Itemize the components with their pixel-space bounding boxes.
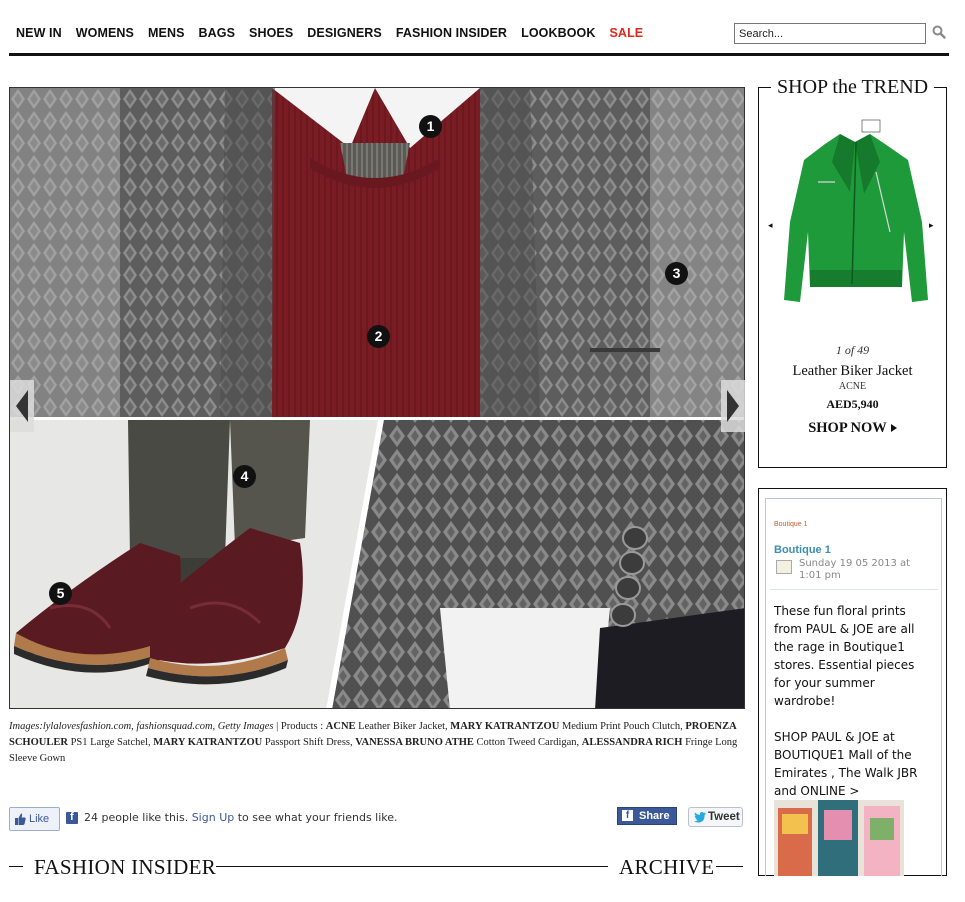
nav-mens[interactable]: MENS [148,26,185,40]
credit-brand: MARY KATRANTZOU [153,737,263,748]
credit-product: Passport Shift Dress, [262,737,356,748]
thumbs-up-icon [15,813,26,825]
hero-collage [9,87,745,709]
search-input[interactable] [734,23,926,44]
credit-product: Leather Biker Jacket, [355,721,451,732]
fb-post-photo[interactable] [774,800,904,876]
trend-product-name[interactable]: Leather Biker Jacket [758,363,947,380]
credit-brand: ACNE [325,721,356,732]
trend-prev-icon[interactable]: ◂ [768,220,773,231]
product-image-leather-jacket[interactable] [780,112,930,332]
signup-link[interactable]: Sign Up [192,811,235,824]
nav-designers[interactable]: DESIGNERS [307,26,382,40]
section-rule [216,866,608,867]
post-type-icon [776,560,792,574]
credit-product: PS1 Large Satchel, [67,737,154,748]
like-count: 24 people like this. [84,811,189,824]
credit-product: Cotton Tweed Cardigan, [473,737,582,748]
credit-product: Medium Print Pouch Clutch, [559,721,686,732]
hotspot-marker-1[interactable]: 1 [419,115,442,138]
top-navigation: NEW IN WOMENS MENS BAGS SHOES DESIGNERS … [0,0,965,58]
signup-suffix: to see what your friends like. [234,811,398,824]
trend-counter: 1 of 49 [835,343,870,357]
hotspot-marker-4[interactable]: 4 [233,465,256,488]
nav-womens[interactable]: WOMENS [76,26,134,40]
share-label: Share [639,810,670,822]
section-rule [716,866,743,867]
nav-sale[interactable]: SALE [610,26,644,40]
credit-brand: ALESSANDRA RICH [581,737,683,748]
credit-brand: VANESSA BRUNO ATHE [355,737,474,748]
outfit-photo-collage [10,88,744,708]
nav-new-in[interactable]: NEW IN [16,26,62,40]
fb-page-name-link[interactable]: Boutique 1 [774,544,831,556]
nav-fashion-insider[interactable]: FASHION INSIDER [396,26,507,40]
fb-post-date: Sunday 19 05 2013 at 1:01 pm [799,558,911,581]
nav-lookbook[interactable]: LOOKBOOK [521,26,595,40]
credits-products-label: | Products : [273,721,326,732]
tweet-label: Tweet [708,811,740,823]
credit-brand: MARY KATRANTZOU [450,721,560,732]
archive-link[interactable]: ARCHIVE [619,855,714,880]
nav-shoes[interactable]: SHOES [249,26,293,40]
hero-next-button[interactable] [721,380,745,432]
image-credits: Images:lylalovesfashion.com, fashionsqua… [9,719,745,767]
facebook-like-button[interactable]: Like [9,807,60,831]
fb-post-text: These fun floral prints from PAUL & JOE … [774,604,918,816]
nav-bags[interactable]: BAGS [199,26,236,40]
like-label: Like [29,813,50,825]
fashion-insider-heading: FASHION INSIDER [34,855,217,879]
play-arrow-icon [890,424,897,432]
nav-divider [9,53,949,56]
facebook-icon: f [622,810,633,821]
credits-images: Images:lylalovesfashion.com, fashionsqua… [9,721,274,732]
like-count-text: 24 people like this. Sign Up to see what… [84,811,398,824]
facebook-icon: f [66,811,78,824]
hotspot-marker-2[interactable]: 2 [367,325,390,348]
hotspot-marker-3[interactable]: 3 [665,262,688,285]
facebook-share-button[interactable]: f Share [617,807,677,825]
shop-the-trend-title: SHOP the TREND [771,76,935,99]
main-menu: NEW IN WOMENS MENS BAGS SHOES DESIGNERS … [16,26,657,40]
shop-now-button[interactable]: SHOP NOW [758,420,947,437]
fb-divider [770,589,938,590]
chevron-left-icon [16,390,28,422]
search-icon[interactable] [932,25,946,39]
shop-now-label: SHOP NOW [808,420,887,436]
fb-page-header[interactable]: Boutique 1 [774,521,807,528]
chevron-right-icon [727,390,739,422]
section-rule [9,866,23,867]
trend-product-price: AED5,940 [826,397,879,411]
tweet-button[interactable]: Tweet [688,807,743,827]
hero-prev-button[interactable] [10,380,34,432]
trend-product-brand: ACNE [838,381,867,392]
twitter-bird-icon [694,812,706,823]
hotspot-marker-5[interactable]: 5 [49,582,72,605]
